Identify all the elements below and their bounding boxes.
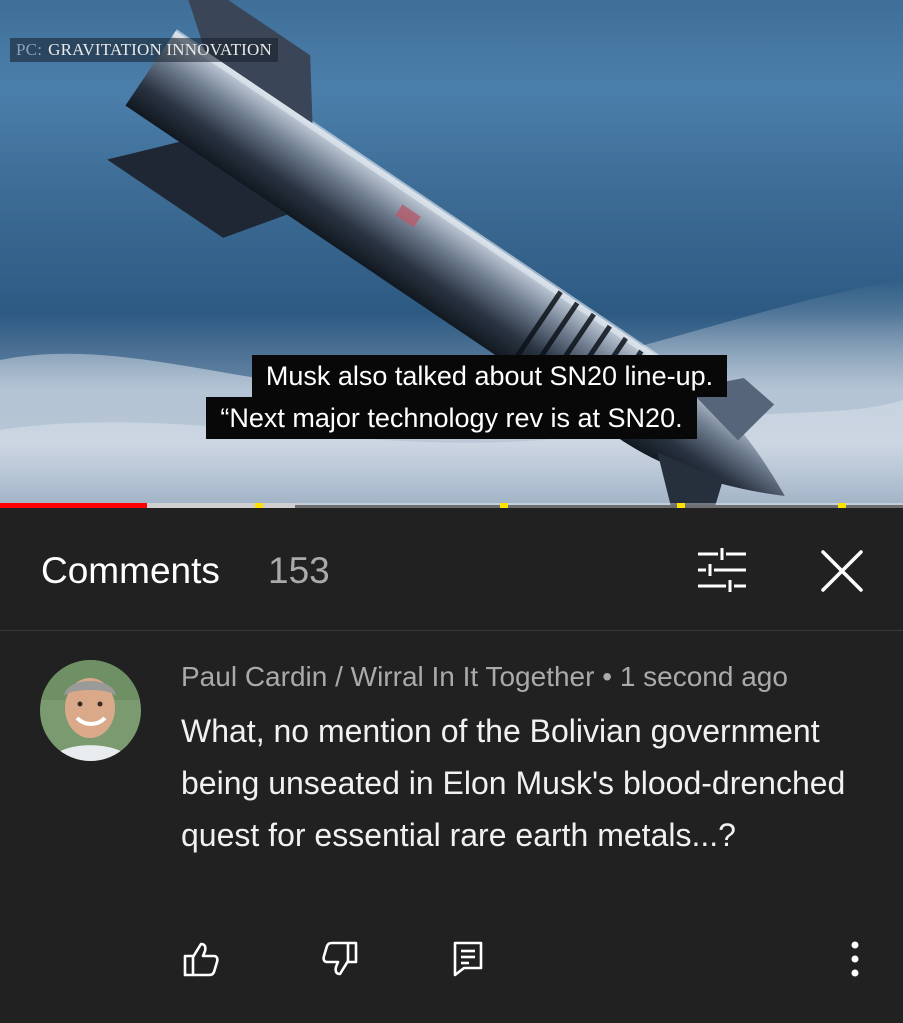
thumb-up-icon[interactable]	[183, 941, 219, 977]
comment-text: What, no mention of the Bolivian governm…	[181, 713, 846, 853]
video-player[interactable]: PC: GRAVITATION INNOVATION Musk also talk…	[0, 0, 903, 505]
meta-separator: •	[602, 661, 613, 692]
filter-sliders-icon[interactable]	[696, 548, 748, 592]
comments-count: 153	[268, 550, 330, 591]
close-x-icon[interactable]	[818, 547, 866, 595]
video-watermark: PC: GRAVITATION INNOVATION	[10, 38, 278, 62]
caption-line-2: “Next major technology rev is at SN20.	[0, 397, 903, 439]
caption-text-1: Musk also talked about SN20 line-up.	[251, 355, 728, 397]
caption-line-1: Musk also talked about SN20 line-up.	[0, 355, 903, 397]
watermark-text: GRAVITATION INNOVATION	[48, 40, 272, 59]
comment-author[interactable]: Paul Cardin / Wirral In It Together	[181, 661, 594, 692]
more-vertical-icon[interactable]	[845, 939, 865, 979]
comment-item: Paul Cardin / Wirral In It Together • 1 …	[0, 631, 903, 1023]
caption-text-2: “Next major technology rev is at SN20.	[206, 397, 697, 439]
thumb-down-icon[interactable]	[322, 941, 358, 977]
comment-meta: Paul Cardin / Wirral In It Together • 1 …	[181, 661, 788, 693]
watermark-prefix: PC:	[16, 40, 43, 59]
reply-icon[interactable]	[453, 941, 483, 977]
comments-title: Comments	[41, 550, 220, 591]
avatar[interactable]	[40, 660, 141, 761]
comment-time: 1 second ago	[619, 661, 788, 692]
comments-header: Comments 153	[0, 508, 903, 631]
